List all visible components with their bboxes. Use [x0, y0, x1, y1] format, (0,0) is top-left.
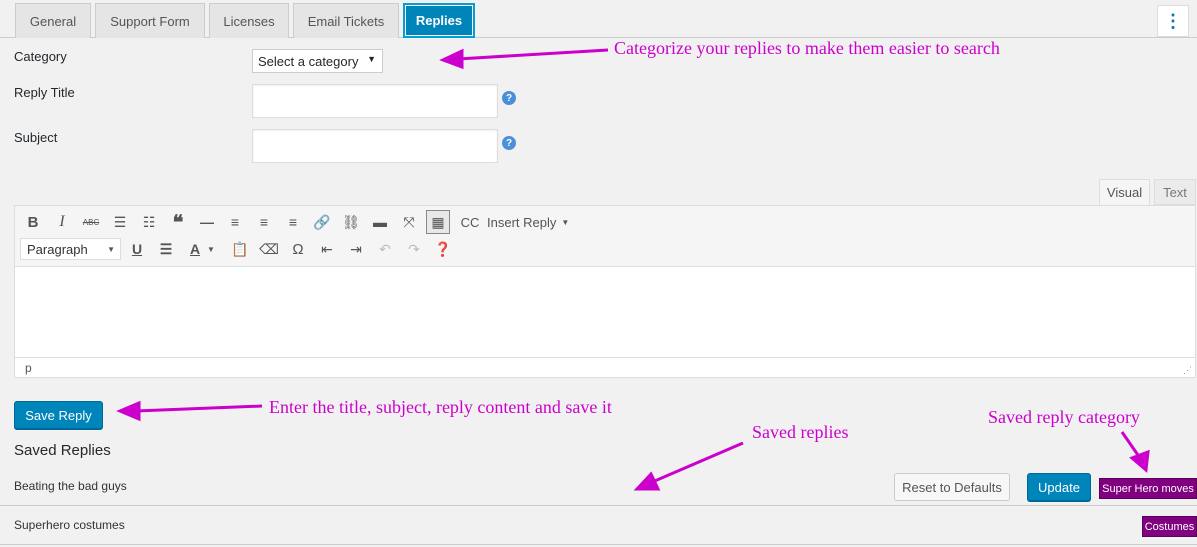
annotation-save: Enter the title, subject, reply content …	[269, 397, 612, 417]
underline-icon[interactable]: U	[127, 239, 147, 259]
toolbar-toggle-icon[interactable]: ▦	[426, 210, 450, 234]
arrowhead	[439, 48, 464, 70]
chevron-down-icon: ▼	[107, 244, 115, 254]
arrow-save	[135, 404, 263, 413]
read-more-icon[interactable]: ▬	[370, 212, 390, 232]
reply-title-input[interactable]	[252, 84, 498, 118]
cc-button[interactable]: CC	[457, 212, 483, 232]
tab-licenses[interactable]: Licenses	[209, 3, 289, 38]
editor-content[interactable]	[15, 268, 1195, 358]
clear-formatting-icon[interactable]: ⌫	[259, 239, 279, 259]
fullscreen-icon[interactable]: ⤧	[399, 212, 419, 232]
saved-reply-title[interactable]: Superhero costumes	[14, 518, 125, 532]
indent-icon[interactable]: ⇥	[346, 239, 366, 259]
undo-icon[interactable]: ↶	[375, 239, 395, 259]
editor-statusbar: p ⋰	[15, 357, 1195, 377]
unlink-icon[interactable]: ⛓	[341, 212, 361, 232]
insert-reply-label: Insert Reply	[487, 214, 557, 230]
align-left-icon[interactable]: ≡	[225, 212, 245, 232]
category-badge: Costumes	[1142, 516, 1197, 537]
update-button[interactable]: Update	[1027, 473, 1091, 501]
tab-general[interactable]: General	[15, 3, 91, 38]
reset-defaults-button[interactable]: Reset to Defaults	[894, 473, 1010, 501]
bullet-list-icon[interactable]: ☰	[110, 212, 130, 232]
settings-tabs: General Support Form Licenses Email Tick…	[0, 0, 1197, 38]
arrow-saved	[649, 441, 744, 485]
link-icon[interactable]: 🔗	[312, 212, 332, 232]
tab-text[interactable]: Text	[1154, 179, 1196, 205]
format-select[interactable]: Paragraph ▼	[20, 238, 121, 260]
format-select-value: Paragraph	[27, 241, 88, 257]
row-divider	[0, 505, 1197, 506]
category-label: Category	[14, 49, 67, 64]
tab-email-tickets[interactable]: Email Tickets	[293, 3, 399, 38]
bold-icon[interactable]: B	[23, 212, 43, 232]
arrowhead	[633, 471, 661, 491]
chevron-down-icon[interactable]: ▼	[206, 239, 216, 259]
resize-handle-icon[interactable]: ⋰	[1183, 365, 1192, 376]
redo-icon[interactable]: ↷	[404, 239, 424, 259]
arrow-category	[457, 48, 609, 61]
outdent-icon[interactable]: ⇤	[317, 239, 337, 259]
saved-replies-heading: Saved Replies	[14, 442, 111, 459]
save-reply-button[interactable]: Save Reply	[14, 401, 103, 429]
help-icon[interactable]: ?	[502, 136, 516, 150]
chevron-down-icon: ▼	[367, 54, 376, 64]
strikethrough-icon[interactable]: ABC	[81, 212, 101, 232]
element-path: p	[25, 360, 32, 375]
reply-title-label: Reply Title	[14, 85, 75, 100]
annotation-saved-replies: Saved replies	[752, 422, 849, 442]
help-icon[interactable]: ?	[502, 91, 516, 105]
arrowhead	[116, 400, 141, 422]
paste-text-icon[interactable]: 📋	[230, 239, 250, 259]
blockquote-icon[interactable]: ❝	[168, 212, 188, 234]
saved-reply-title[interactable]: Beating the bad guys	[14, 479, 127, 493]
subject-input[interactable]	[252, 129, 498, 163]
numbered-list-icon[interactable]: ☷	[139, 212, 159, 232]
kebab-menu-icon[interactable]: ⋮	[1157, 5, 1189, 37]
special-character-icon[interactable]: Ω	[288, 239, 308, 259]
row-divider	[0, 544, 1197, 545]
chevron-down-icon: ▼	[561, 217, 570, 227]
insert-reply-dropdown[interactable]: Insert Reply ▼	[487, 212, 569, 232]
help-icon[interactable]: ❓	[433, 239, 453, 259]
arrow-category-badge	[1120, 431, 1142, 459]
tab-replies[interactable]: Replies	[403, 3, 475, 38]
subject-label: Subject	[14, 130, 58, 145]
align-right-icon[interactable]: ≡	[283, 212, 303, 232]
text-color-icon[interactable]: A	[185, 239, 205, 259]
justify-icon[interactable]: ☰	[156, 239, 176, 259]
annotation-category: Categorize your replies to make them eas…	[614, 38, 1000, 58]
reply-editor: B I ABC ☰ ☷ ❝ — ≡ ≡ ≡ 🔗 ⛓ ▬ ⤧ ▦ CC Inser…	[14, 205, 1196, 378]
category-select-value: Select a category	[258, 53, 359, 69]
tab-support-form[interactable]: Support Form	[95, 3, 205, 38]
align-center-icon[interactable]: ≡	[254, 212, 274, 232]
arrowhead	[1129, 449, 1150, 473]
editor-toolbar: B I ABC ☰ ☷ ❝ — ≡ ≡ ≡ 🔗 ⛓ ▬ ⤧ ▦ CC Inser…	[15, 206, 1195, 267]
category-badge: Super Hero moves	[1099, 478, 1197, 499]
tab-visual[interactable]: Visual	[1099, 179, 1150, 205]
annotation-category-badge: Saved reply category	[988, 407, 1140, 427]
category-select[interactable]: Select a category ▼	[252, 49, 383, 73]
italic-icon[interactable]: I	[52, 212, 72, 232]
horizontal-rule-icon[interactable]: —	[197, 212, 217, 232]
